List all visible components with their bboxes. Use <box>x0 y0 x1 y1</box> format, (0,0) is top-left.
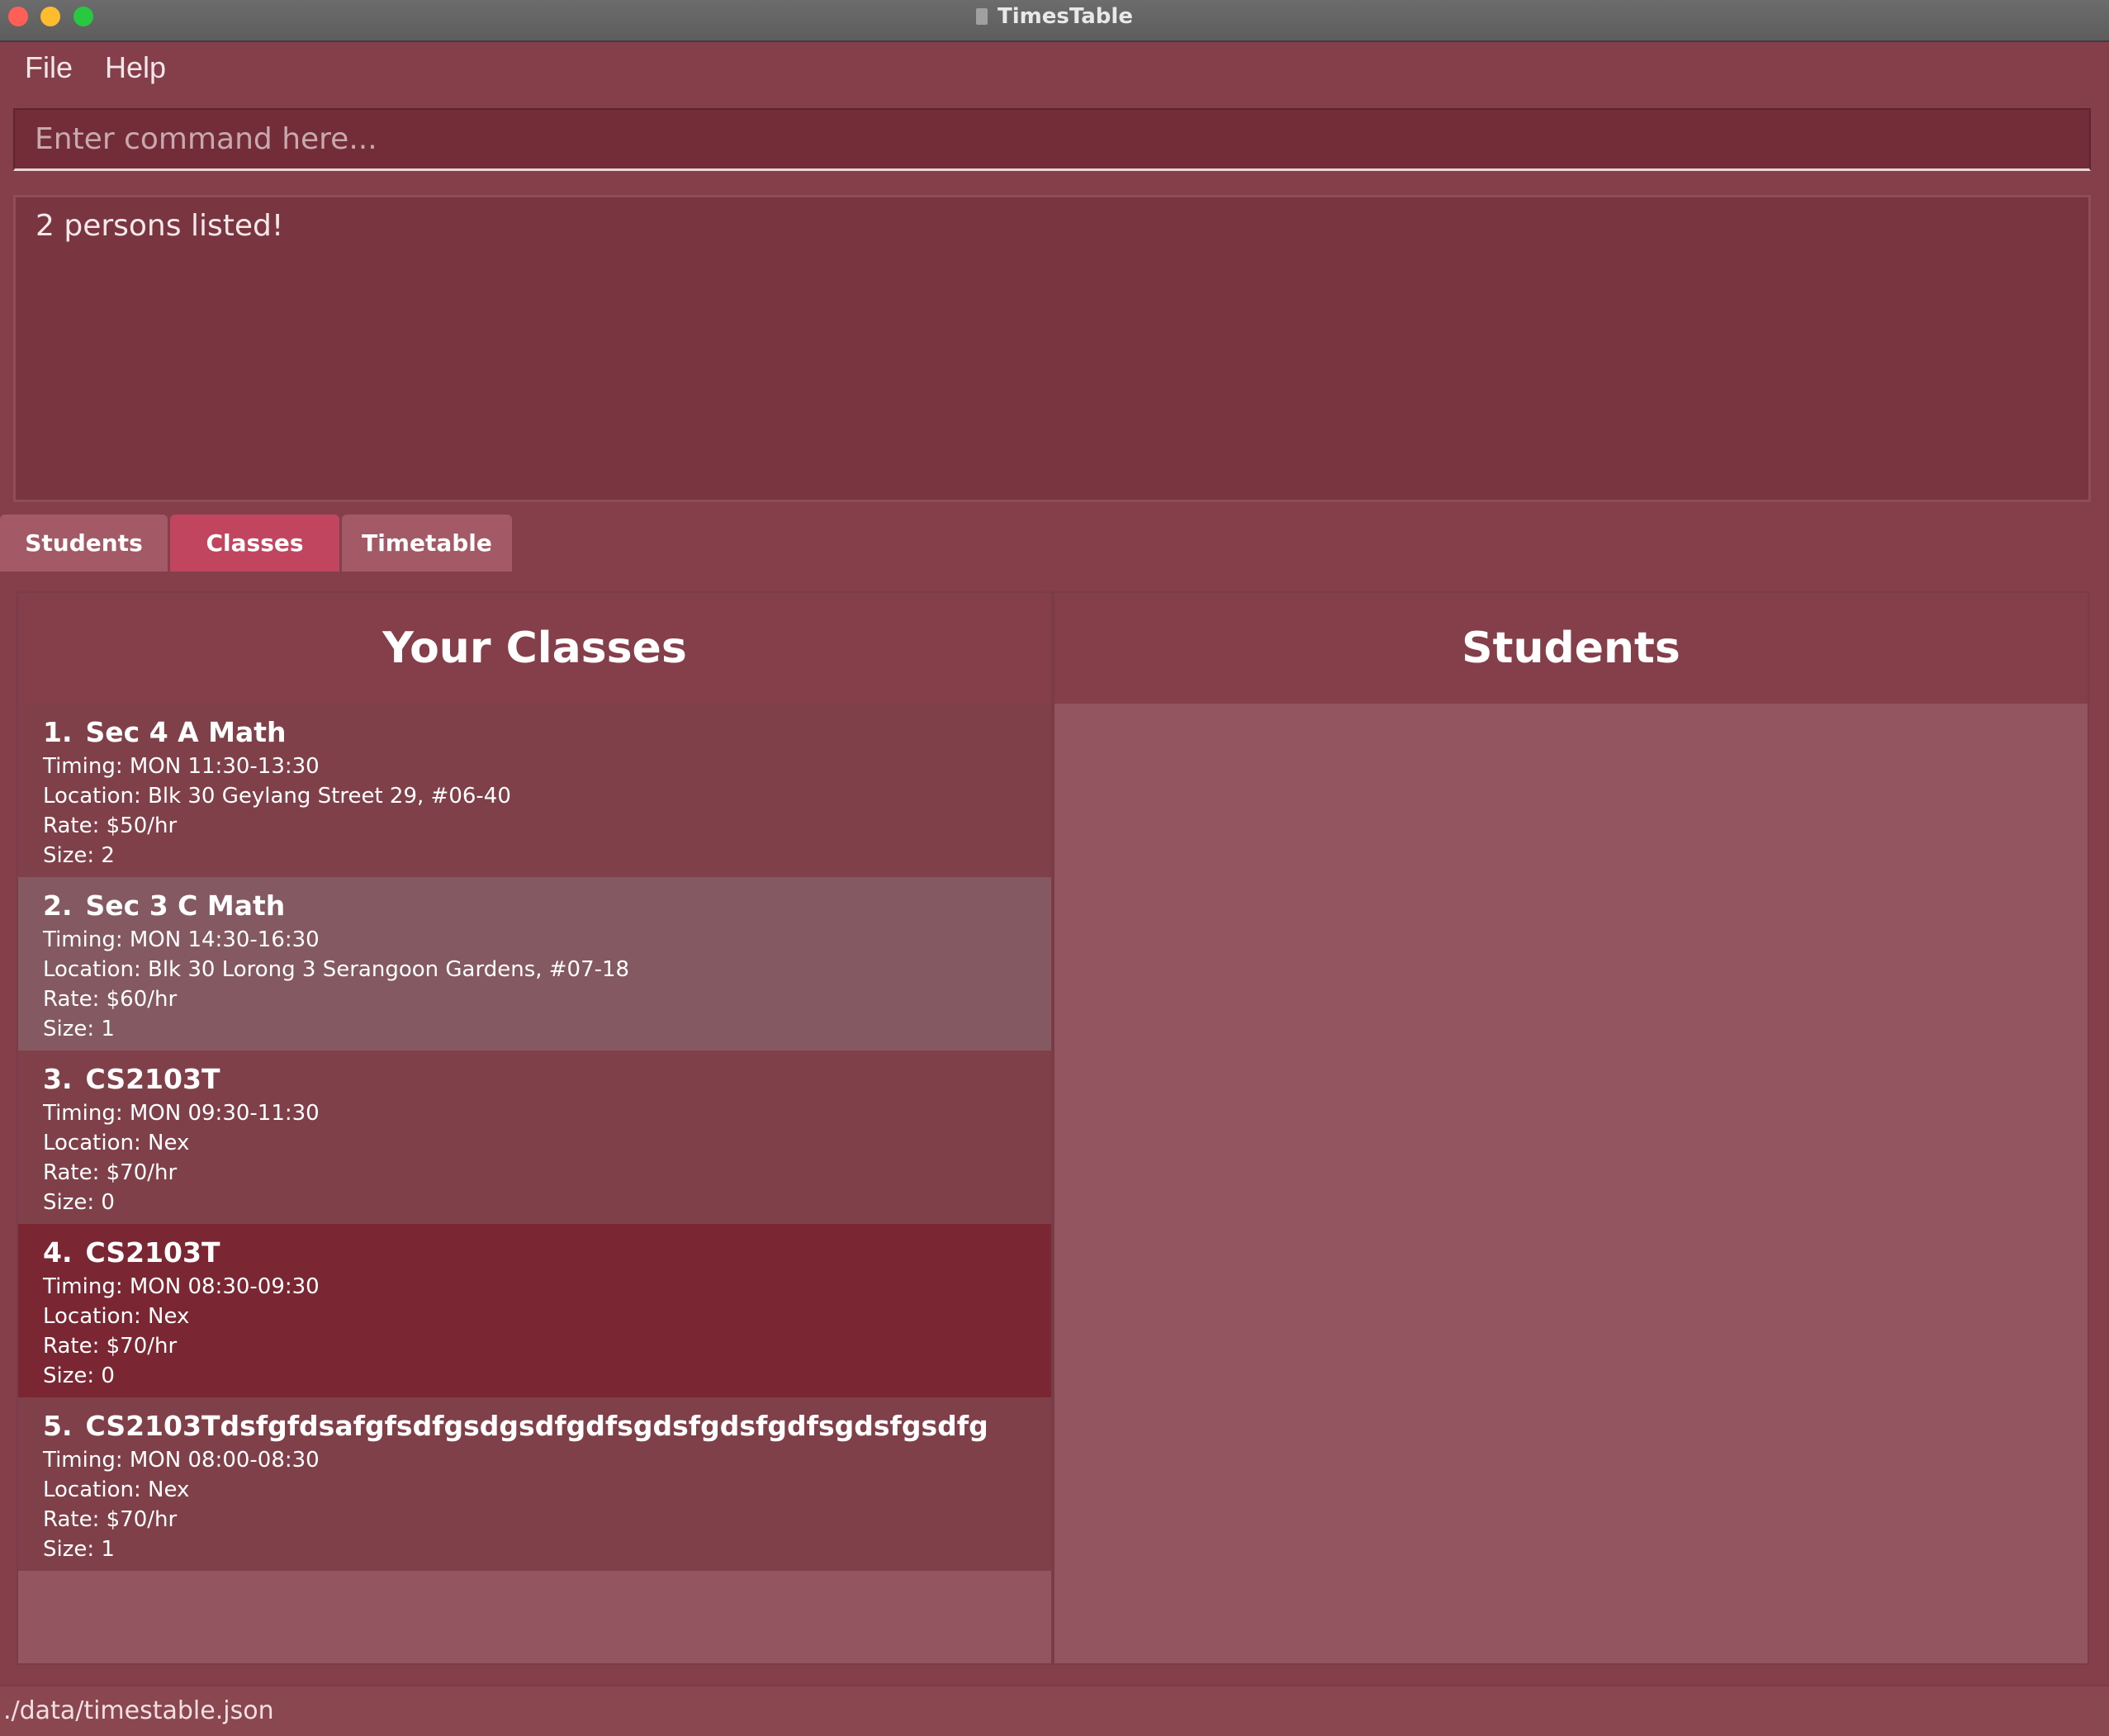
menu-bar: File Help <box>0 42 2109 98</box>
class-timing: Timing: MON 09:30-11:30 <box>43 1101 320 1126</box>
class-location: Location: Nex <box>43 1131 190 1155</box>
status-bar: ./data/timestable.json <box>0 1685 2109 1736</box>
class-index: 4. <box>43 1236 73 1269</box>
class-name: CS2103T <box>85 1236 220 1269</box>
class-index: 2. <box>43 889 73 922</box>
class-size: Size: 0 <box>43 1364 115 1388</box>
class-title: 2. Sec 3 C Math <box>43 887 1026 925</box>
class-location: Location: Nex <box>43 1304 190 1329</box>
command-box <box>13 108 2091 171</box>
class-title: 1. Sec 4 A Math <box>43 714 1026 752</box>
class-name: CS2103Tdsfgfdsafgfsdfgsdgsdfgdfsgdsfgdsf… <box>85 1410 988 1442</box>
class-rate: Rate: $50/hr <box>43 813 178 838</box>
class-index: 5. <box>43 1410 73 1442</box>
class-name: Sec 4 A Math <box>85 716 287 748</box>
class-size: Size: 2 <box>43 843 115 868</box>
class-list[interactable]: 1. Sec 4 A Math Timing: MON 11:30-13:30 L… <box>18 704 1051 1571</box>
class-title: 3. CS2103T <box>43 1060 1026 1098</box>
class-timing: Timing: MON 08:00-08:30 <box>43 1448 320 1473</box>
menu-help[interactable]: Help <box>105 50 166 85</box>
class-name: CS2103T <box>85 1063 220 1095</box>
class-card-selected[interactable]: 4. CS2103T Timing: MON 08:30-09:30 Locati… <box>18 1224 1051 1397</box>
class-location: Location: Blk 30 Lorong 3 Serangoon Gard… <box>43 957 630 982</box>
tab-bar: Students Classes Timetable <box>0 512 2109 572</box>
class-title: 5. CS2103Tdsfgfdsafgfsdfgsdgsdfgdfsgdsfgd… <box>43 1407 1026 1445</box>
class-card[interactable]: 1. Sec 4 A Math Timing: MON 11:30-13:30 L… <box>18 704 1051 877</box>
app-window: TimesTable File Help 2 persons listed! S… <box>0 0 2109 1736</box>
tab-timetable[interactable]: Timetable <box>342 515 512 572</box>
class-rate: Rate: $70/hr <box>43 1507 178 1532</box>
classes-panel-title: Your Classes <box>18 593 1051 704</box>
class-name: Sec 3 C Math <box>85 889 286 922</box>
class-rate: Rate: $70/hr <box>43 1334 178 1359</box>
class-location: Location: Blk 30 Geylang Street 29, #06-… <box>43 784 511 809</box>
class-size: Size: 1 <box>43 1537 115 1562</box>
command-input[interactable] <box>15 110 2089 168</box>
class-rate: Rate: $70/hr <box>43 1160 178 1185</box>
tab-students[interactable]: Students <box>0 515 168 572</box>
tab-classes[interactable]: Classes <box>170 515 339 572</box>
class-size: Size: 0 <box>43 1190 115 1215</box>
class-timing: Timing: MON 08:30-09:30 <box>43 1274 320 1299</box>
classes-panel: Your Classes 1. Sec 4 A Math Timing: MON … <box>17 591 1053 1665</box>
class-card[interactable]: 5. CS2103Tdsfgfdsafgfsdfgsdgsdfgdfsgdsfgd… <box>18 1397 1051 1571</box>
class-timing: Timing: MON 11:30-13:30 <box>43 754 320 779</box>
window-title-text: TimesTable <box>998 4 1133 29</box>
students-panel-title: Students <box>1054 593 2088 704</box>
class-card[interactable]: 3. CS2103T Timing: MON 09:30-11:30 Locati… <box>18 1051 1051 1224</box>
students-panel: Students <box>1053 591 2089 1665</box>
window-title: TimesTable <box>0 0 2109 33</box>
document-icon <box>976 8 988 25</box>
title-bar: TimesTable <box>0 0 2109 42</box>
students-list[interactable] <box>1054 704 2088 1663</box>
result-message: 2 persons listed! <box>36 209 284 243</box>
class-index: 1. <box>43 716 73 748</box>
class-location: Location: Nex <box>43 1477 190 1502</box>
class-timing: Timing: MON 14:30-16:30 <box>43 927 320 952</box>
class-title: 4. CS2103T <box>43 1234 1026 1272</box>
class-card[interactable]: 2. Sec 3 C Math Timing: MON 14:30-16:30 L… <box>18 877 1051 1051</box>
class-size: Size: 1 <box>43 1017 115 1041</box>
save-file-path: ./data/timestable.json <box>3 1696 274 1725</box>
class-rate: Rate: $60/hr <box>43 987 178 1012</box>
class-index: 3. <box>43 1063 73 1095</box>
menu-file[interactable]: File <box>25 50 73 85</box>
result-display: 2 persons listed! <box>13 195 2091 502</box>
